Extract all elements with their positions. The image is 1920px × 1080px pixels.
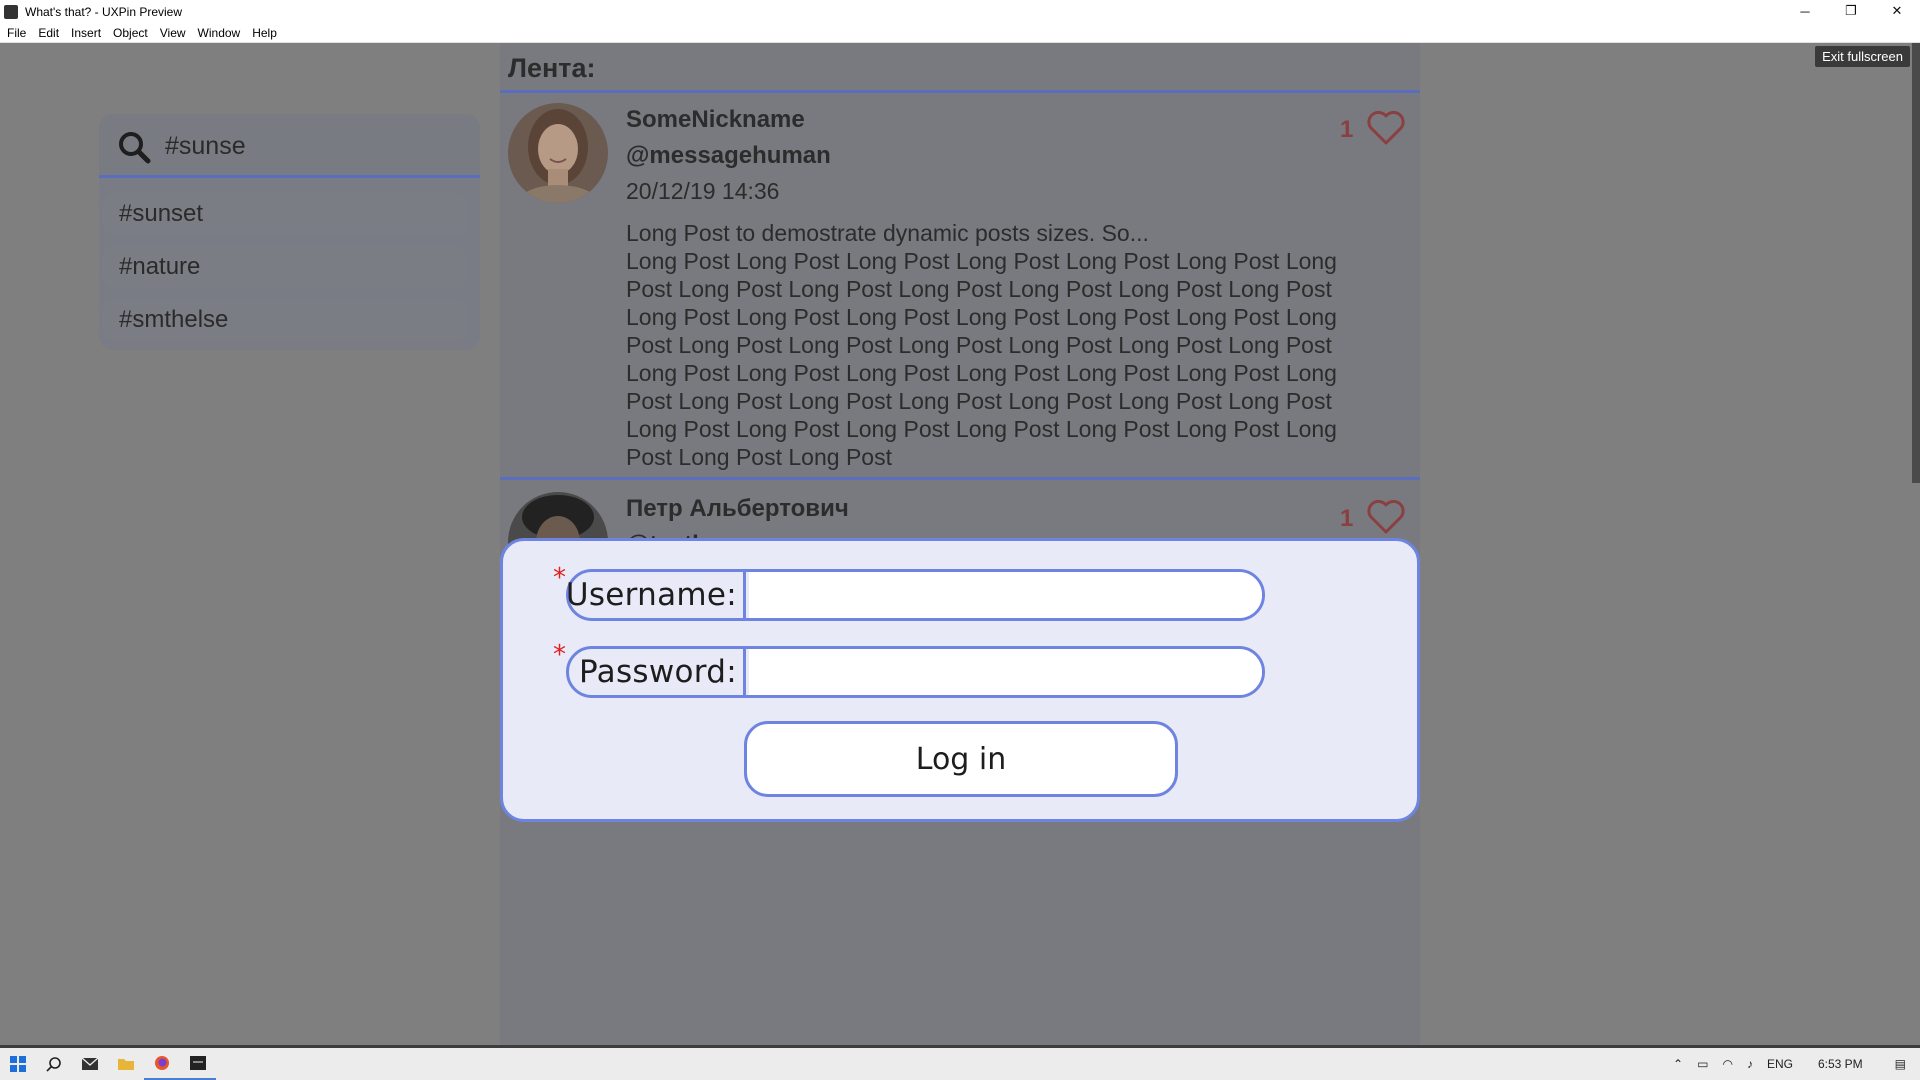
post-divider — [500, 477, 1420, 480]
search-icon[interactable] — [36, 1048, 72, 1080]
preview-viewport: #sunset #nature #smthelse Лента: SomeNic… — [0, 43, 1920, 1045]
required-marker: * — [553, 640, 566, 670]
menu-edit[interactable]: Edit — [31, 26, 64, 40]
wifi-icon[interactable]: ◠ — [1715, 1057, 1739, 1071]
window-controls: ─ ❐ ✕ — [1782, 0, 1920, 22]
suggestion-item-smthelse[interactable]: #smthelse — [103, 298, 468, 342]
login-button[interactable]: Log in — [744, 721, 1178, 797]
volume-icon[interactable]: ♪ — [1740, 1057, 1760, 1071]
battery-icon[interactable]: ▭ — [1690, 1057, 1715, 1071]
username-label: Username: — [566, 572, 746, 618]
start-icon[interactable] — [0, 1048, 36, 1080]
suggestion-item-sunset[interactable]: #sunset — [103, 192, 468, 236]
exit-fullscreen-button[interactable]: Exit fullscreen — [1815, 46, 1910, 67]
required-marker: * — [553, 563, 566, 593]
password-input[interactable] — [749, 649, 1262, 695]
post-intro: Long Post to demostrate dynamic posts si… — [626, 220, 1149, 246]
menu-window[interactable]: Window — [191, 26, 246, 40]
suggestion-item-nature[interactable]: #nature — [103, 245, 468, 289]
menu-insert[interactable]: Insert — [64, 26, 106, 40]
feed-divider — [500, 90, 1420, 93]
restore-button[interactable]: ❐ — [1828, 0, 1874, 22]
search-panel: #sunset #nature #smthelse — [99, 114, 480, 350]
password-field-group: Password: — [566, 646, 1265, 698]
search-box — [99, 114, 480, 178]
like-count: 1 — [1340, 116, 1354, 143]
search-input[interactable] — [165, 128, 455, 164]
password-label: Password: — [569, 649, 746, 695]
firefox-icon[interactable] — [144, 1048, 180, 1080]
uxpin-app-icon[interactable] — [180, 1048, 216, 1080]
search-icon — [119, 132, 151, 164]
language-indicator[interactable]: ENG — [1760, 1057, 1800, 1071]
system-tray: ⌃ ▭ ◠ ♪ ENG 6:53 PM ▤ — [1666, 1048, 1920, 1080]
login-modal: * Username: * Password: Log in — [500, 538, 1420, 822]
heart-icon[interactable] — [1366, 499, 1406, 535]
window-title: What's that? - UXPin Preview — [25, 4, 183, 19]
mail-icon[interactable] — [72, 1048, 108, 1080]
post-content: Long Post Long Post Long Post Long Post … — [626, 248, 1337, 470]
like-count: 1 — [1340, 505, 1354, 532]
taskbar: ⌃ ▭ ◠ ♪ ENG 6:53 PM ▤ — [0, 1048, 1920, 1080]
heart-icon[interactable] — [1366, 110, 1406, 146]
notifications-icon[interactable]: ▤ — [1881, 1057, 1920, 1071]
menu-object[interactable]: Object — [106, 26, 153, 40]
post-author-handle[interactable]: @messagehuman — [626, 142, 831, 170]
minimize-button[interactable]: ─ — [1782, 0, 1828, 22]
post-author-name[interactable]: SomeNickname — [626, 106, 805, 134]
menu-view[interactable]: View — [153, 26, 191, 40]
menu-help[interactable]: Help — [245, 26, 282, 40]
app-icon — [4, 4, 18, 19]
vertical-scrollbar[interactable] — [1912, 43, 1920, 483]
post-author-name[interactable]: Петр Альбертович — [626, 495, 849, 523]
close-button[interactable]: ✕ — [1874, 0, 1920, 22]
window-titlebar: What's that? - UXPin Preview ─ ❐ ✕ — [0, 0, 1920, 23]
menu-file[interactable]: File — [0, 26, 31, 40]
username-field-group: Username: — [566, 569, 1265, 621]
clock[interactable]: 6:53 PM — [1800, 1057, 1881, 1071]
avatar[interactable] — [508, 103, 608, 203]
feed-title: Лента: — [508, 53, 596, 83]
chevron-up-icon[interactable]: ⌃ — [1666, 1057, 1690, 1071]
folder-icon[interactable] — [108, 1048, 144, 1080]
post-timestamp: 20/12/19 14:36 — [626, 178, 780, 204]
username-input[interactable] — [749, 572, 1262, 618]
menu-bar: File Edit Insert Object View Window Help — [0, 23, 1920, 43]
